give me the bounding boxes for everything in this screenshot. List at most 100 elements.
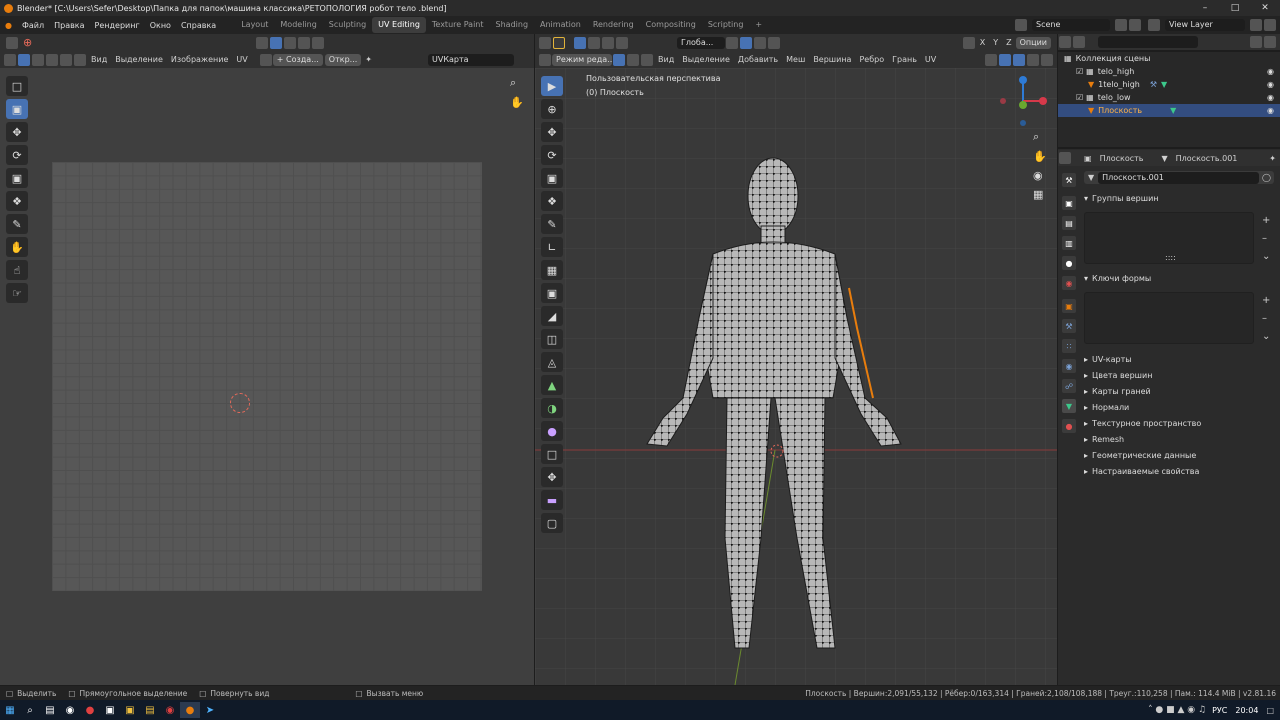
data-tab-icon[interactable]: ▼ xyxy=(1062,399,1076,413)
display-mode-icon[interactable] xyxy=(1073,36,1085,48)
proportional-edit-icon[interactable] xyxy=(768,36,780,49)
specials-icon[interactable]: ⌄ xyxy=(1262,248,1270,266)
vp-menu-uv[interactable]: UV xyxy=(921,55,940,64)
tab-compositing[interactable]: Compositing xyxy=(640,17,702,33)
options-dropdown[interactable]: Опции xyxy=(1015,36,1051,49)
tweak-tool-icon[interactable]: □ xyxy=(6,76,28,96)
taskbar-search-icon[interactable]: ⌕ xyxy=(20,702,40,718)
vp-menu-vertex[interactable]: Вершина xyxy=(809,55,855,64)
viewport-snap-icon[interactable] xyxy=(740,36,752,49)
axis-z[interactable]: Z xyxy=(1002,38,1015,47)
smooth-tool-icon[interactable]: ● xyxy=(541,421,563,441)
transform-orientation-field[interactable]: Глоба... xyxy=(677,36,725,49)
tab-layout[interactable]: Layout xyxy=(235,17,274,33)
panel-custom-properties[interactable]: ▸ Настраиваемые свойства xyxy=(1078,463,1280,479)
ortho-grid-icon[interactable]: ▦ xyxy=(1033,188,1047,201)
scale-tool-icon[interactable]: ▣ xyxy=(6,168,28,188)
annotate-tool-icon[interactable]: ✎ xyxy=(6,214,28,234)
add-icon[interactable]: + xyxy=(1262,292,1270,310)
vp-pan-icon[interactable]: ✋ xyxy=(1033,150,1047,163)
vp-measure-tool-icon[interactable]: ∟ xyxy=(541,237,563,257)
uv-menu-select[interactable]: Выделение xyxy=(111,55,167,64)
select-vertex-icon[interactable] xyxy=(18,53,30,66)
particles-tab-icon[interactable]: ∷ xyxy=(1062,339,1076,353)
inset-tool-icon[interactable]: ▣ xyxy=(541,283,563,303)
remove-icon[interactable]: – xyxy=(1262,310,1270,328)
move-tool-icon[interactable]: ✥ xyxy=(6,122,28,142)
minimize-icon[interactable]: – xyxy=(1190,0,1220,16)
remove-icon[interactable]: – xyxy=(1262,230,1270,248)
windows-start-icon[interactable]: ▦ xyxy=(0,702,20,718)
new-view-layer-icon[interactable] xyxy=(1250,19,1262,31)
yandex-icon[interactable]: ● xyxy=(80,702,100,718)
explorer-icon[interactable]: ▣ xyxy=(120,702,140,718)
tab-texture-paint[interactable]: Texture Paint xyxy=(426,17,490,33)
outliner-row-plane[interactable]: ▼ Плоскость ▼ ◉ xyxy=(1058,104,1280,117)
zoom-icon[interactable]: ⌕ xyxy=(510,76,516,90)
vp-cursor-tool-icon[interactable]: ⊕ xyxy=(541,99,563,119)
uv-sync-icon[interactable] xyxy=(4,53,16,66)
outliner-row-1telo-high[interactable]: ▼ 1telo_high ⚒ ▼ ◉ xyxy=(1058,78,1280,91)
delete-scene-icon[interactable] xyxy=(1129,19,1141,31)
viewport-editor-type-icon[interactable] xyxy=(539,36,551,49)
vp-rotate-tool-icon[interactable]: ⟳ xyxy=(541,145,563,165)
tab-animation[interactable]: Animation xyxy=(534,17,587,33)
material-tab-icon[interactable]: ● xyxy=(1062,419,1076,433)
add-icon[interactable]: + xyxy=(1262,212,1270,230)
select-face-icon[interactable] xyxy=(46,53,58,66)
viewport-type-icon[interactable] xyxy=(539,53,551,66)
pin-icon[interactable]: ✦ xyxy=(361,55,376,64)
vp-zoom-icon[interactable]: ⌕ xyxy=(1033,130,1047,144)
outliner-row-scene-collection[interactable]: ▦ Коллекция сцены xyxy=(1058,52,1280,65)
grab-tool-icon[interactable]: ✋ xyxy=(6,237,28,257)
shear-tool-icon[interactable]: ▬ xyxy=(541,490,563,510)
render-tab-icon[interactable]: ▣ xyxy=(1062,196,1076,210)
keyboard-language[interactable]: РУС xyxy=(1212,706,1227,715)
tab-sculpting[interactable]: Sculpting xyxy=(323,17,372,33)
loop-cut-tool-icon[interactable]: ◫ xyxy=(541,329,563,349)
mesh-name-field[interactable]: Плоскость.001 xyxy=(1098,171,1260,184)
tab-shading[interactable]: Shading xyxy=(490,17,535,33)
bevel-tool-icon[interactable]: ◢ xyxy=(541,306,563,326)
checkbox-icon[interactable]: ☑ xyxy=(1076,93,1083,102)
tab-uv-editing[interactable]: UV Editing xyxy=(372,17,426,33)
vp-edge-select-icon[interactable] xyxy=(627,53,639,66)
uv-image-grid[interactable] xyxy=(52,162,482,591)
panel-shape-keys[interactable]: ▾ Ключи формы xyxy=(1078,270,1280,286)
clock[interactable]: 20:04 xyxy=(1235,706,1258,715)
panel-vertex-groups[interactable]: ▾ Группы вершин xyxy=(1078,190,1280,206)
vp-annotate-tool-icon[interactable]: ✎ xyxy=(541,214,563,234)
list-resize-handle[interactable]: :::: xyxy=(1165,253,1176,262)
sticky-select-icon[interactable] xyxy=(74,53,86,66)
telegram-icon[interactable]: ➤ xyxy=(200,702,220,718)
relax-tool-icon[interactable]: ☝ xyxy=(6,260,28,280)
select-mode-icon[interactable] xyxy=(553,36,565,49)
extrude-tool-icon[interactable]: ▦ xyxy=(541,260,563,280)
solid-shading-icon[interactable] xyxy=(1041,53,1053,66)
vp-menu-select[interactable]: Выделение xyxy=(678,55,734,64)
falloff-icon[interactable] xyxy=(312,36,324,49)
vp-menu-edge[interactable]: Ребро xyxy=(855,55,888,64)
outliner-row-telo-high[interactable]: ☑ ▦ telo_high ◉ xyxy=(1058,65,1280,78)
close-icon[interactable]: ✕ xyxy=(1250,0,1280,16)
vertex-mode-icon[interactable] xyxy=(574,36,586,49)
axis-x[interactable]: X xyxy=(976,38,989,47)
vp-select-tool-icon[interactable]: ▶ xyxy=(541,76,563,96)
eye-icon[interactable]: ◉ xyxy=(1267,67,1274,76)
rip-tool-icon[interactable]: ▢ xyxy=(541,513,563,533)
add-workspace-button[interactable]: + xyxy=(749,17,768,33)
new-collection-icon[interactable] xyxy=(1264,36,1276,48)
task-view-icon[interactable]: ▤ xyxy=(40,702,60,718)
uv-cursor-icon[interactable]: ⊕ xyxy=(19,36,36,49)
snap-icon[interactable] xyxy=(270,36,282,49)
vp-move-tool-icon[interactable]: ✥ xyxy=(541,122,563,142)
image-browse-icon[interactable] xyxy=(259,53,272,66)
uvmap-field[interactable]: UVКарта xyxy=(427,53,514,66)
menu-edit[interactable]: Правка xyxy=(49,21,89,30)
physics-tab-icon[interactable]: ◉ xyxy=(1062,359,1076,373)
outliner-type-icon[interactable] xyxy=(1059,36,1071,48)
eye-icon[interactable]: ◉ xyxy=(1267,80,1274,89)
panel-remesh[interactable]: ▸ Remesh xyxy=(1078,431,1280,447)
proportional-icon[interactable] xyxy=(298,36,310,49)
chrome-icon[interactable]: ◉ xyxy=(160,702,180,718)
